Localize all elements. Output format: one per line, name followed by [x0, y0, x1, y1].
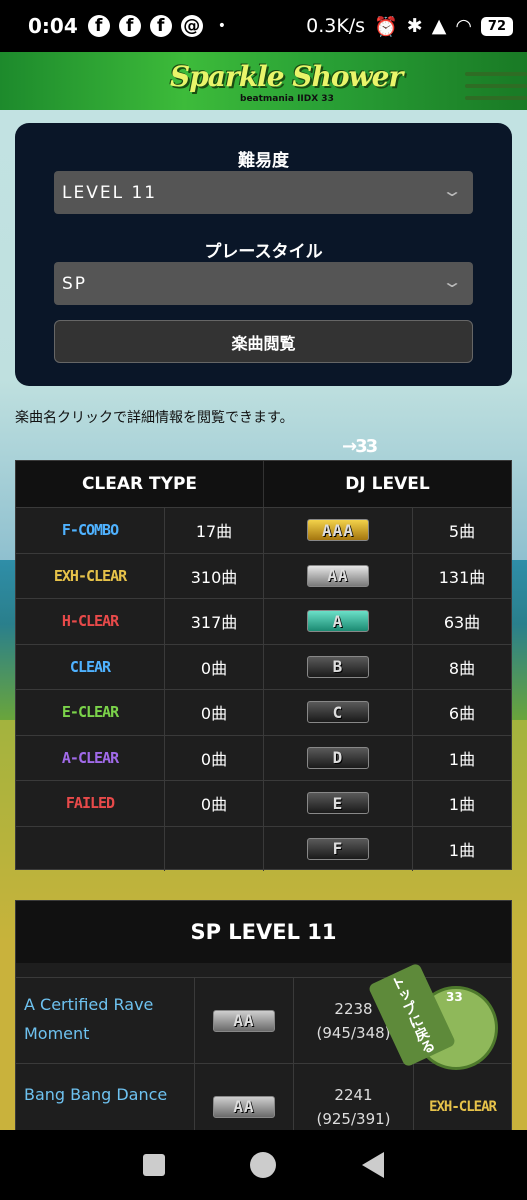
facebook-icon: f [87, 15, 110, 37]
signal-icon: ▲ [431, 15, 447, 37]
browse-songs-button[interactable]: 楽曲閲覧 [54, 320, 473, 363]
clear-type-header: CLEAR TYPE [16, 461, 264, 507]
notification-dot: • [217, 18, 227, 34]
status-time: 0:04 [28, 14, 78, 38]
battery-icon: 72 [480, 16, 513, 36]
ex-score: 2241 [334, 1085, 373, 1104]
stats-table: CLEAR TYPE DJ LEVEL F-COMBO 17曲 AAA 5曲 EXH-C… [15, 460, 512, 871]
clear-type-label: H-CLEAR [16, 599, 165, 644]
clear-count: 317曲 [165, 599, 264, 644]
home-icon[interactable] [250, 1152, 277, 1178]
dj-level-count: 1曲 [448, 749, 476, 769]
alarm-icon: ⏰ [374, 15, 398, 38]
site-logo-subtitle: beatmania IIDX 33 [240, 94, 334, 104]
ex-score: 2238 [334, 999, 373, 1018]
dj-level-badge: C [264, 690, 413, 735]
status-bar: 0:04 f f f @ • 0.3K/s ⏰ ✱ ▲ ◠ 72 [0, 0, 527, 52]
clear-type-label: A-CLEAR [16, 735, 165, 780]
back-icon[interactable] [362, 1152, 385, 1178]
play-style-select[interactable]: SP ⌄ [54, 262, 473, 305]
clear-type-label: F-COMBO [16, 508, 165, 553]
clear-type-label: CLEAR [16, 644, 165, 689]
system-nav-bar [0, 1130, 527, 1200]
song-title-link[interactable]: A Certified Rave Moment [16, 978, 195, 1063]
decorative-arrow: →33 [342, 436, 378, 457]
clear-count: 0曲 [165, 781, 264, 826]
clear-type-label: E-CLEAR [16, 690, 165, 735]
clear-count: 17曲 [165, 508, 264, 553]
clear-count: 310曲 [165, 553, 264, 598]
stats-row: F-COMBO 17曲 AAA 5曲 [16, 507, 511, 553]
dj-level-count: 8曲 [448, 658, 476, 678]
chevron-down-icon: ⌄ [440, 272, 466, 291]
clear-count [165, 826, 264, 871]
clear-count: 0曲 [165, 735, 264, 780]
mascot-badge: 33 [446, 990, 463, 1004]
stats-row: A-CLEAR 0曲 D 1曲 [16, 734, 511, 780]
chevron-down-icon: ⌄ [440, 181, 466, 200]
dj-level-badge: B [264, 644, 413, 689]
dj-level-badge: AA [264, 553, 413, 598]
hamburger-menu-icon[interactable] [465, 72, 527, 108]
stats-row: FAILED 0曲 E 1曲 [16, 780, 511, 826]
dj-level-badge: F [264, 826, 413, 871]
filter-panel: 難易度 LEVEL 11 ⌄ プレースタイル SP ⌄ 楽曲閲覧 [15, 123, 512, 386]
dj-level-badge: E [264, 781, 413, 826]
dj-level-count: 131曲 [438, 567, 486, 587]
facebook-icon: f [118, 15, 141, 37]
difficulty-label: 難易度 [238, 151, 289, 171]
song-list-title: SP LEVEL 11 [16, 901, 511, 963]
stats-row: EXH-CLEAR 310曲 AA 131曲 [16, 552, 511, 598]
clear-count: 0曲 [165, 644, 264, 689]
stats-row: F 1曲 [16, 825, 511, 871]
dj-level-badge: AAA [264, 508, 413, 553]
dj-level-count: 5曲 [448, 522, 476, 542]
instruction-note: 楽曲名クリックで詳細情報を閲覧できます。 [15, 410, 294, 426]
network-speed: 0.3K/s [306, 15, 366, 37]
clear-count: 0曲 [165, 690, 264, 735]
dj-level-badge: AA [195, 978, 294, 1063]
difficulty-value: LEVEL 11 [62, 182, 158, 203]
clear-type-label: FAILED [16, 781, 165, 826]
dj-level-badge: D [264, 735, 413, 780]
facebook-icon: f [149, 15, 172, 37]
site-logo[interactable]: Sparkle Shower [170, 60, 403, 93]
stats-row: CLEAR 0曲 B 8曲 [16, 643, 511, 689]
play-style-value: SP [62, 273, 88, 294]
stats-row: H-CLEAR 317曲 A 63曲 [16, 598, 511, 644]
wifi-icon: ◠ [455, 15, 472, 37]
back-to-top-button[interactable]: トップに戻る 33 [367, 960, 512, 1088]
play-style-label: プレースタイル [204, 242, 323, 262]
stats-row: E-CLEAR 0曲 C 6曲 [16, 689, 511, 735]
dj-level-count: 1曲 [448, 795, 476, 815]
dj-level-count: 6曲 [448, 704, 476, 724]
clear-type-label: EXH-CLEAR [16, 553, 165, 598]
dj-level-header: DJ LEVEL [345, 474, 430, 494]
bluetooth-icon: ✱ [406, 15, 423, 37]
difficulty-select[interactable]: LEVEL 11 ⌄ [54, 171, 473, 214]
dj-level-count: 63曲 [443, 613, 481, 633]
score-detail: (945/348) [316, 1023, 391, 1042]
clear-type-label [16, 826, 165, 871]
threads-icon: @ [180, 15, 203, 37]
dj-level-count: 1曲 [448, 840, 476, 860]
dj-level-badge: A [264, 599, 413, 644]
recent-apps-icon[interactable] [142, 1154, 165, 1176]
score-detail: (925/391) [316, 1109, 391, 1128]
